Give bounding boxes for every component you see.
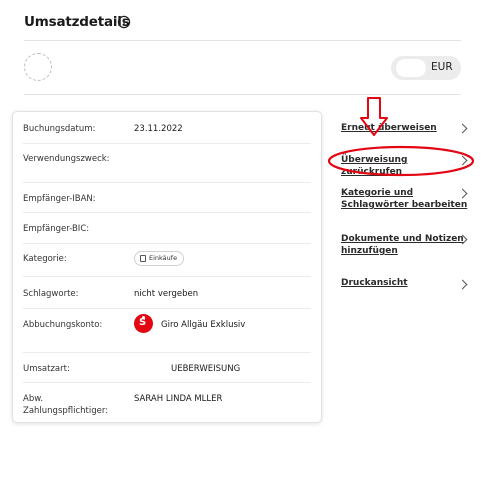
currency-label: EUR — [431, 61, 453, 73]
payer-label: Abw. Zahlungspflichtiger: — [23, 394, 109, 416]
bic-label: Empfänger-BIC: — [23, 224, 90, 234]
row-divider — [23, 276, 311, 277]
payer-value: SARAH LINDA MLLER — [134, 394, 223, 404]
row-divider — [23, 382, 311, 383]
booking-date-label: Buchungsdatum: — [23, 124, 96, 134]
iban-label: Empfänger-IBAN: — [23, 194, 96, 204]
amount-value — [396, 59, 426, 77]
sparkasse-logo-icon: S — [134, 314, 153, 333]
category-tag-label: Einkäufe — [149, 254, 178, 262]
type-label: Umsatzart: — [23, 364, 70, 374]
row-divider — [23, 182, 311, 183]
account-label: Abbuchungskonto: — [23, 320, 103, 330]
row-divider — [23, 143, 311, 144]
shopping-bag-icon — [140, 255, 146, 262]
annotation-highlight-ellipse — [327, 145, 475, 177]
keywords-value: nicht vergeben — [134, 289, 199, 299]
header-divider — [24, 40, 461, 41]
amount-display: EUR — [391, 56, 461, 80]
booking-date-value: 23.11.2022 — [134, 124, 183, 134]
account-value: Giro Allgäu Exklusiv — [161, 320, 246, 330]
print-view-link[interactable]: Druckansicht — [341, 277, 471, 289]
row-divider — [23, 243, 311, 244]
type-value: UEBERWEISUNG — [171, 364, 241, 374]
purpose-label: Verwendungszweck: — [23, 154, 110, 164]
row-divider — [23, 212, 311, 213]
keywords-label: Schlagworte: — [23, 289, 79, 299]
annotation-arrow-icon — [360, 97, 388, 136]
category-label: Kategorie: — [23, 254, 67, 264]
summary-divider — [24, 94, 461, 95]
edit-category-keywords-link[interactable]: Kategorie und Schlagwörter bearbeiten — [341, 187, 471, 211]
category-tag[interactable]: Einkäufe — [134, 251, 185, 266]
info-icon[interactable] — [117, 15, 131, 29]
transaction-details-card: Buchungsdatum: 23.11.2022 Verwendungszwe… — [12, 111, 322, 423]
counterparty-avatar — [24, 53, 52, 81]
row-divider — [23, 308, 311, 309]
row-divider — [23, 352, 311, 353]
add-documents-notes-link[interactable]: Dokumente und Notizen hinzufügen — [341, 233, 471, 257]
page-title: Umsatzdetails — [24, 14, 130, 30]
